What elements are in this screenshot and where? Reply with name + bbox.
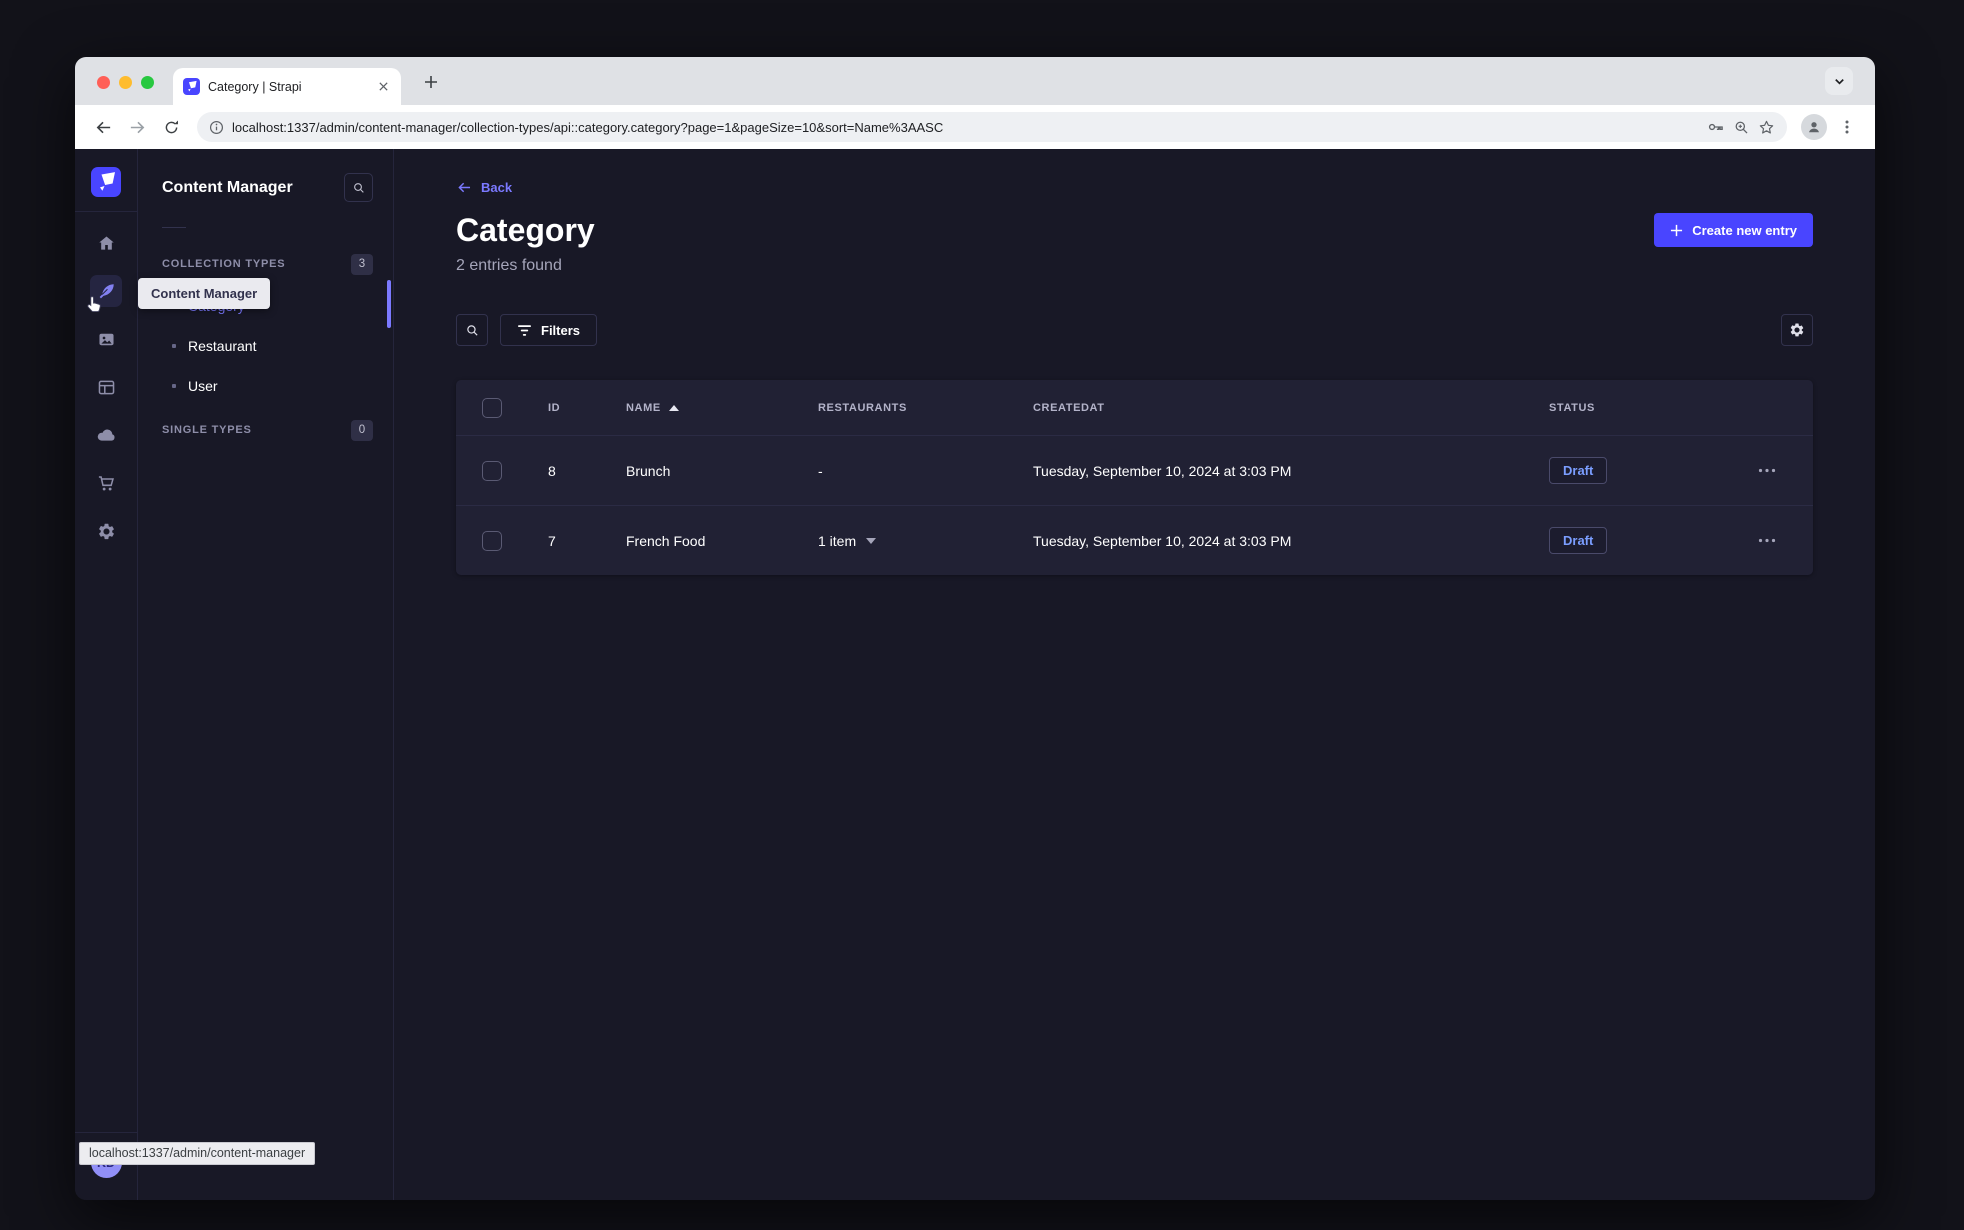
window-controls [97, 76, 154, 89]
mouse-cursor-hand [86, 295, 103, 314]
filters-button[interactable]: Filters [500, 314, 598, 346]
content-manager-icon[interactable] [87, 275, 122, 313]
browser-menu-kebab-icon[interactable] [1833, 113, 1861, 141]
header-restaurants: RESTAURANTS [818, 401, 907, 414]
tab-title: Category | Strapi [208, 79, 302, 94]
content-manager-tooltip: Content Manager [138, 278, 271, 309]
main-nav-rail: KD [75, 149, 138, 1200]
link-status-bar: localhost:1337/admin/content-manager [79, 1142, 316, 1165]
browser-toolbar: localhost:1337/admin/content-manager/col… [75, 105, 1875, 149]
create-new-entry-button[interactable]: Create new entry [1654, 213, 1813, 247]
site-info-icon[interactable] [209, 120, 224, 135]
table-row[interactable]: 7 French Food 1 item Tuesday, September … [456, 505, 1813, 575]
panel-title: Content Manager [162, 178, 293, 196]
panel-search-icon[interactable] [344, 173, 373, 202]
strapi-logo[interactable] [91, 167, 121, 197]
tab-search-chevron-icon[interactable] [1825, 67, 1853, 95]
url-bar[interactable]: localhost:1337/admin/content-manager/col… [197, 112, 1787, 142]
single-types-label: SINGLE TYPES [162, 424, 252, 436]
single-types-count: 0 [351, 419, 373, 441]
browser-window: Category | Strapi localhost:1337/admin/c… [75, 57, 1875, 1200]
strapi-favicon [183, 78, 200, 95]
fullscreen-window-button[interactable] [141, 76, 154, 89]
desktop: Category | Strapi localhost:1337/admin/c… [0, 0, 1964, 1230]
cell-id: 7 [548, 532, 556, 549]
forward-nav-icon[interactable] [123, 113, 151, 141]
back-nav-icon[interactable] [89, 113, 117, 141]
cell-createdat: Tuesday, September 10, 2024 at 3:03 PM [1033, 532, 1292, 549]
password-key-icon[interactable] [1707, 118, 1725, 136]
tab-close-icon[interactable] [375, 79, 391, 95]
row-actions-kebab-icon[interactable] [1753, 457, 1781, 485]
marketplace-cart-icon[interactable] [90, 467, 122, 499]
cell-name: Brunch [626, 462, 671, 479]
sidebar-item-restaurant[interactable]: Restaurant [162, 326, 373, 366]
page-title: Category [456, 212, 595, 248]
bullet-icon [172, 344, 176, 348]
close-window-button[interactable] [97, 76, 110, 89]
browser-tab[interactable]: Category | Strapi [173, 68, 401, 105]
collection-types-count: 3 [351, 253, 373, 275]
collection-types-label: COLLECTION TYPES [162, 258, 286, 270]
table-header-row: ID NAME RESTAURANTS CREATEDAT STATUS [456, 380, 1813, 435]
sidebar-item-user[interactable]: User [162, 366, 373, 406]
row-checkbox[interactable] [482, 460, 502, 481]
panel-scrollbar-thumb[interactable] [387, 280, 391, 328]
media-library-icon[interactable] [90, 323, 122, 355]
settings-gear-icon[interactable] [90, 515, 122, 547]
bookmark-star-icon[interactable] [1758, 119, 1775, 136]
cloud-deploy-icon[interactable] [90, 419, 122, 451]
rail-divider [75, 211, 138, 212]
cell-createdat: Tuesday, September 10, 2024 at 3:03 PM [1033, 462, 1292, 479]
home-icon[interactable] [90, 227, 122, 259]
header-id: ID [548, 401, 561, 414]
url-text[interactable]: localhost:1337/admin/content-manager/col… [232, 120, 1699, 135]
row-actions-kebab-icon[interactable] [1753, 527, 1781, 555]
entries-count: 2 entries found [456, 257, 562, 274]
table-row[interactable]: 8 Brunch - Tuesday, September 10, 2024 a… [456, 435, 1813, 505]
select-all-checkbox[interactable] [482, 397, 502, 418]
header-createdat: CREATEDAT [1033, 401, 1105, 414]
reload-icon[interactable] [157, 113, 185, 141]
tab-strip: Category | Strapi [75, 57, 1875, 105]
bullet-icon [172, 384, 176, 388]
plus-icon [1671, 224, 1683, 236]
header-name[interactable]: NAME [606, 402, 798, 414]
zoom-in-icon[interactable] [1733, 119, 1750, 136]
cell-name: French Food [626, 532, 706, 549]
new-tab-button[interactable] [419, 70, 443, 94]
panel-divider [162, 227, 186, 228]
table-settings-gear-icon[interactable] [1781, 314, 1813, 346]
header-status: STATUS [1549, 401, 1595, 414]
cell-id: 8 [548, 462, 556, 479]
rail-bottom-divider [75, 1132, 138, 1133]
cell-restaurants: - [818, 462, 823, 479]
main-content: Back Category Create new entry 2 entries… [394, 149, 1875, 1200]
sort-ascending-icon [668, 404, 679, 411]
status-badge: Draft [1549, 457, 1608, 484]
chevron-down-icon [866, 537, 877, 544]
row-checkbox[interactable] [482, 530, 502, 551]
browser-profile-avatar[interactable] [1801, 114, 1827, 140]
minimize-window-button[interactable] [119, 76, 132, 89]
table-search-icon[interactable] [456, 314, 488, 346]
entries-table: ID NAME RESTAURANTS CREATEDAT STATUS 8 B… [456, 380, 1813, 575]
filter-icon [518, 324, 531, 336]
cell-restaurants[interactable]: 1 item [798, 533, 1013, 549]
strapi-app: KD Content Manager COLLECTION TYPES 3 [75, 149, 1875, 1200]
status-badge: Draft [1549, 527, 1608, 554]
back-link[interactable]: Back [456, 179, 512, 196]
content-type-builder-icon[interactable] [90, 371, 122, 403]
